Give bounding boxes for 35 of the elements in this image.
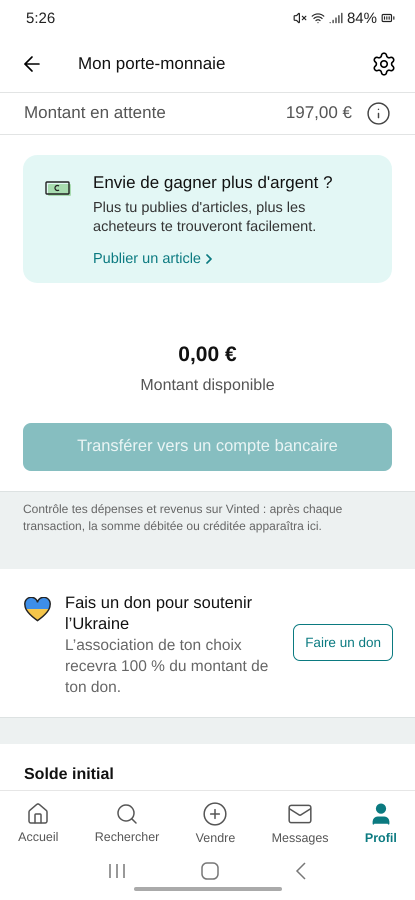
search-icon: [115, 802, 140, 826]
gesture-handle[interactable]: [134, 887, 282, 891]
donation-title: Fais un don pour soutenir l’Ukraine: [65, 592, 254, 635]
promo-title: Envie de gagner plus d'argent ?: [93, 172, 334, 193]
plus-circle-icon: [202, 801, 228, 827]
home-icon: [26, 802, 50, 826]
signal-icon: [328, 11, 343, 25]
available-label: Montant disponible: [139, 376, 276, 395]
info-icon[interactable]: [366, 100, 391, 126]
banknote-icon: [45, 178, 73, 199]
heart-icon: [24, 596, 52, 623]
promo-text: Plus tu publies d'articles, plus les acheteurs te trouveront facilement.: [93, 198, 318, 237]
page-title: Mon porte-monnaie: [78, 54, 226, 74]
available-amount: 0,00 €: [177, 342, 238, 367]
recent-apps-icon[interactable]: [108, 863, 126, 879]
status-time: 5:26: [26, 10, 56, 26]
donation-text: L’association de ton choix recevra 100 % du montant de ton don.: [65, 636, 270, 698]
nav-tab[interactable]: Rechercher: [94, 802, 160, 844]
nav-tab[interactable]: Profil: [364, 801, 397, 845]
nav-tab[interactable]: Vendre: [196, 801, 236, 845]
publish-article-link[interactable]: Publier un article: [93, 250, 372, 267]
info-text: Contrôle tes dépenses et revenus sur Vinted : après chaque transaction, la somme débitée ou créditée apparaîtra ici.: [23, 500, 344, 535]
nav-tab[interactable]: Messages: [272, 801, 329, 845]
battery-percent: 84%: [346, 10, 377, 26]
donate-button[interactable]: Faire un don: [293, 624, 393, 662]
back-nav-icon[interactable]: [295, 862, 308, 880]
history-title: Solde initial: [24, 766, 114, 783]
battery-icon: [381, 11, 395, 25]
settings-icon[interactable]: [371, 51, 397, 77]
pending-amount: 197,00 €: [286, 103, 352, 124]
nav-tab[interactable]: Accueil: [18, 802, 58, 844]
home-button-icon[interactable]: [201, 862, 220, 880]
pending-label: Montant en attente: [24, 103, 167, 124]
wifi-icon: [310, 11, 325, 25]
mute-icon: [292, 11, 307, 25]
